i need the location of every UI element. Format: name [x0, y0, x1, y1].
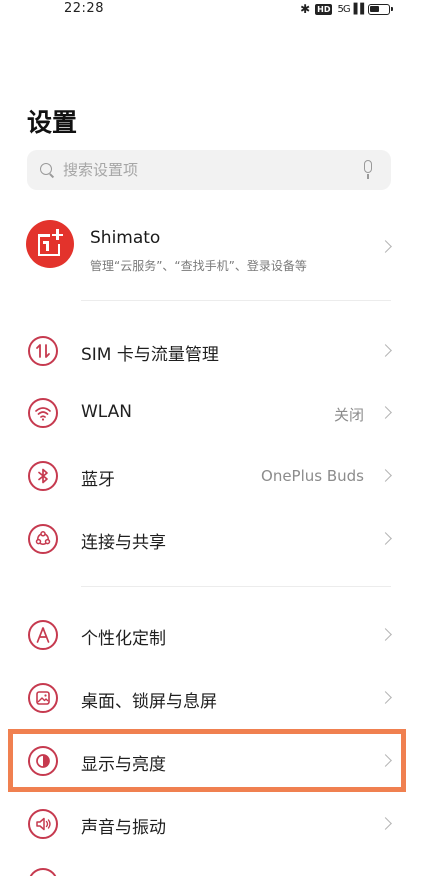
- personalize-icon: [28, 620, 58, 650]
- settings-item-label: 桌面、锁屏与息屏: [81, 692, 217, 712]
- status-icons: ✱ HD 5G▐▐: [300, 2, 393, 16]
- chevron-right-icon: [379, 469, 392, 482]
- settings-item-sound[interactable]: 声音与振动: [0, 793, 422, 855]
- account-profile-row[interactable]: Shimato 管理“云服务”、“查找手机”、登录设备等: [0, 210, 422, 284]
- settings-item-label: 蓝牙: [81, 470, 115, 490]
- next-item-icon: [28, 868, 58, 876]
- microphone-icon[interactable]: [363, 160, 373, 180]
- chevron-right-icon: [379, 691, 392, 704]
- search-bar[interactable]: [27, 150, 391, 190]
- search-icon: [40, 163, 52, 175]
- data-transfer-icon: [28, 336, 58, 366]
- network-type: 5G: [337, 3, 350, 15]
- wifi-icon: [28, 398, 58, 428]
- divider: [81, 586, 391, 587]
- settings-item-connection[interactable]: 连接与共享: [0, 508, 422, 570]
- profile-subtitle: 管理“云服务”、“查找手机”、登录设备等: [90, 259, 307, 273]
- chevron-right-icon: [379, 532, 392, 545]
- settings-item-label: 连接与共享: [81, 533, 166, 553]
- settings-item-value: OnePlus Buds: [261, 467, 364, 485]
- bluetooth-icon: [28, 461, 58, 491]
- settings-item-sim[interactable]: SIM 卡与流量管理: [0, 320, 422, 382]
- status-bar: 22:28 ✱ HD 5G▐▐: [0, 0, 422, 22]
- settings-item-label: WLAN: [81, 402, 133, 422]
- page-title: 设置: [27, 108, 78, 137]
- chevron-right-icon: [379, 344, 392, 357]
- share-connection-icon: [28, 524, 58, 554]
- settings-item-desktop[interactable]: 桌面、锁屏与息屏: [0, 667, 422, 729]
- profile-name: Shimato: [90, 228, 161, 248]
- settings-item-value: 关闭: [333, 406, 364, 424]
- settings-item-personalize[interactable]: 个性化定制: [0, 604, 422, 666]
- settings-item-label: 个性化定制: [81, 629, 166, 649]
- chevron-right-icon: [379, 240, 392, 253]
- network-signal-icon: 5G▐▐: [337, 3, 363, 15]
- avatar: [26, 220, 74, 268]
- settings-item-bluetooth[interactable]: 蓝牙 OnePlus Buds: [0, 445, 422, 507]
- hd-badge: HD: [315, 3, 333, 15]
- wallpaper-icon: [28, 683, 58, 713]
- divider: [81, 300, 391, 301]
- chevron-right-icon: [379, 817, 392, 830]
- search-input[interactable]: [63, 150, 353, 190]
- highlight-box: [8, 729, 406, 792]
- chevron-right-icon: [379, 628, 392, 641]
- status-time: 22:28: [64, 1, 104, 16]
- settings-item-label: SIM 卡与流量管理: [81, 345, 219, 365]
- settings-item-wlan[interactable]: WLAN 关闭: [0, 382, 422, 444]
- settings-item-label: 声音与振动: [81, 818, 166, 838]
- chevron-right-icon: [379, 406, 392, 419]
- bluetooth-status-icon: ✱: [300, 2, 311, 16]
- battery-icon: [368, 3, 393, 15]
- speaker-icon: [28, 809, 58, 839]
